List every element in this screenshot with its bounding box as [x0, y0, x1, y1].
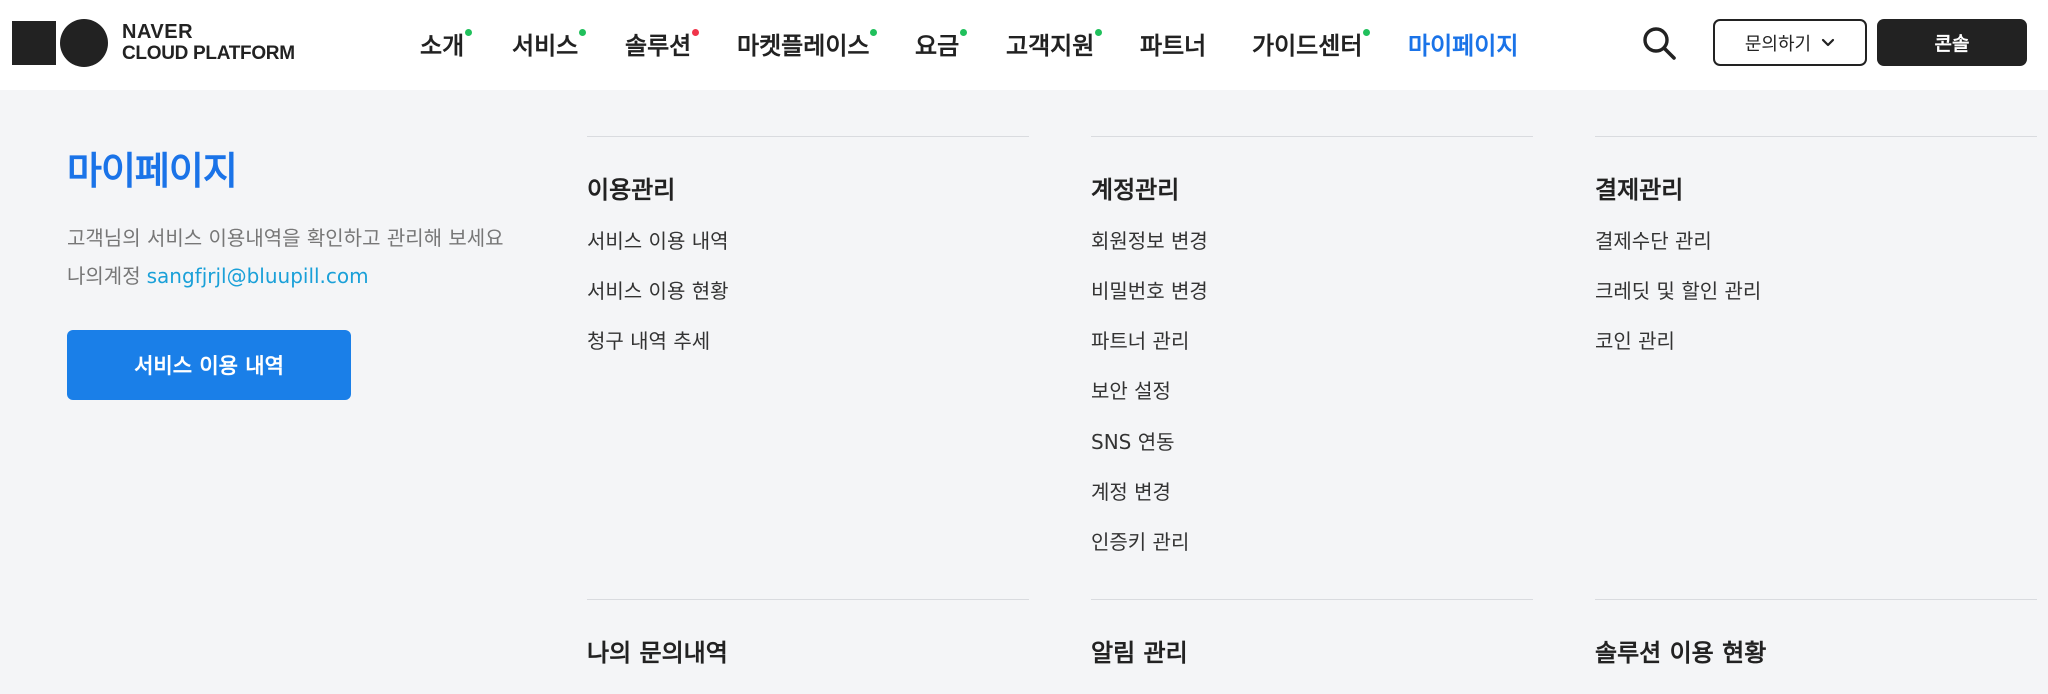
new-dot	[579, 29, 587, 36]
page-title: 마이페이지	[67, 149, 238, 193]
new-dot	[692, 29, 700, 36]
section-title: 계정관리	[1091, 176, 1180, 204]
nav-item-mypage[interactable]: 마이페이지	[1408, 26, 1518, 61]
nav-item-guide-center[interactable]: 가이드센터	[1252, 26, 1371, 61]
section-title: 이용관리	[587, 176, 676, 204]
nav-item-services[interactable]: 서비스	[512, 26, 587, 61]
nav-item-partner[interactable]: 파트너	[1140, 26, 1206, 61]
section-divider	[1091, 599, 1533, 600]
menu-link-change-account[interactable]: 계정 변경	[1091, 476, 1171, 505]
account-info: 나의계정 sangfjrjl@bluupill.com	[67, 260, 369, 289]
nav-item-label: 가이드센터	[1252, 32, 1363, 60]
nav-item-label: 파트너	[1140, 32, 1207, 60]
nav-item-label: 소개	[420, 32, 465, 60]
chevron-down-icon	[1822, 38, 1835, 46]
new-dot	[960, 29, 968, 36]
new-dot	[465, 29, 473, 36]
menu-link-change-password[interactable]: 비밀번호 변경	[1091, 275, 1208, 304]
section-title: 결제관리	[1595, 176, 1684, 204]
section-title[interactable]: 나의 문의내역	[587, 633, 728, 668]
nav-item-pricing[interactable]: 요금	[915, 26, 968, 61]
account-email-link[interactable]: sangfjrjl@bluupill.com	[147, 264, 369, 288]
new-dot	[1363, 29, 1371, 36]
nav-item-label: 마켓플레이스	[737, 32, 870, 60]
menu-link-coin-management[interactable]: 코인 관리	[1595, 325, 1675, 354]
search-button[interactable]	[1640, 24, 1680, 64]
menu-link-edit-member-info[interactable]: 회원정보 변경	[1091, 225, 1208, 254]
page-description: 고객님의 서비스 이용내역을 확인하고 관리해 보세요	[67, 226, 504, 250]
nav-item-label: 마이페이지	[1408, 32, 1519, 60]
nav-item-marketplace[interactable]: 마켓플레이스	[737, 26, 878, 61]
menu-link-security-settings[interactable]: 보안 설정	[1091, 375, 1171, 404]
search-icon	[1643, 27, 1676, 60]
section-divider	[587, 599, 1029, 600]
new-dot	[870, 29, 878, 36]
section-divider	[1595, 599, 2037, 600]
inquiry-dropdown-button[interactable]: 문의하기	[1713, 19, 1867, 66]
menu-link-auth-key-management[interactable]: 인증키 관리	[1091, 526, 1189, 555]
nav-item-label: 솔루션	[625, 32, 692, 60]
section-divider	[1595, 136, 2037, 137]
menu-link-credit-discount[interactable]: 크레딧 및 할인 관리	[1595, 275, 1761, 304]
section-divider	[1091, 136, 1533, 137]
nav-item-support[interactable]: 고객지원	[1006, 26, 1103, 61]
account-label: 나의계정	[67, 264, 141, 288]
menu-link-service-usage-history[interactable]: 서비스 이용 내역	[587, 225, 729, 254]
nav-item-solutions[interactable]: 솔루션	[625, 26, 700, 61]
nav-item-label: 서비스	[512, 32, 579, 60]
menu-link-payment-method[interactable]: 결제수단 관리	[1595, 225, 1712, 254]
service-usage-button[interactable]: 서비스 이용 내역	[67, 330, 351, 400]
menu-link-billing-trend[interactable]: 청구 내역 추세	[587, 325, 710, 354]
nav-item-intro[interactable]: 소개	[420, 26, 473, 61]
inquiry-label: 문의하기	[1744, 33, 1812, 55]
menu-link-service-usage-status[interactable]: 서비스 이용 현황	[587, 275, 729, 304]
nav-item-label: 요금	[915, 32, 960, 60]
console-button[interactable]: 콘솔	[1877, 19, 2027, 66]
console-label: 콘솔	[1934, 33, 1970, 55]
menu-link-sns-link[interactable]: SNS 연동	[1091, 426, 1175, 455]
section-divider	[587, 136, 1029, 137]
service-usage-button-label: 서비스 이용 내역	[134, 354, 284, 378]
section-title[interactable]: 솔루션 이용 현황	[1595, 633, 1766, 668]
nav-item-label: 고객지원	[1006, 32, 1095, 60]
section-title[interactable]: 알림 관리	[1091, 633, 1188, 668]
new-dot	[1095, 29, 1103, 36]
top-header: NAVER CLOUD PLATFORM 소개 서비스 솔루션 마켓플레이스 요…	[0, 0, 2048, 90]
menu-link-partner-management[interactable]: 파트너 관리	[1091, 325, 1189, 354]
